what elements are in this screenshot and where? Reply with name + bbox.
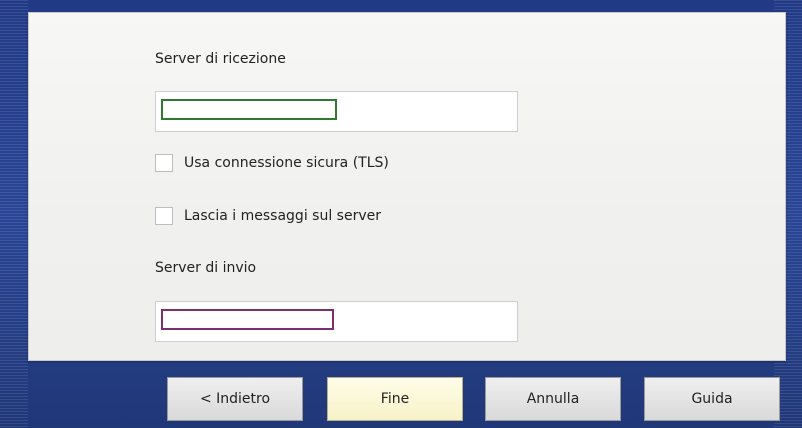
keep-messages-label: Lascia i messaggi sul server: [184, 208, 381, 224]
tls-checkbox[interactable]: [155, 154, 173, 172]
tls-label: Usa connessione sicura (TLS): [184, 155, 389, 171]
incoming-server-field: [155, 91, 518, 132]
help-button[interactable]: Guida: [644, 377, 780, 421]
keep-messages-option[interactable]: Lascia i messaggi sul server: [155, 206, 381, 226]
tls-option[interactable]: Usa connessione sicura (TLS): [155, 153, 389, 173]
outgoing-server-label: Server di invio: [155, 260, 257, 276]
back-button[interactable]: < Indietro: [167, 377, 303, 421]
keep-messages-checkbox[interactable]: [155, 207, 173, 225]
incoming-server-input[interactable]: [161, 99, 337, 120]
finish-button[interactable]: Fine: [327, 377, 463, 421]
outgoing-server-input[interactable]: [161, 309, 334, 330]
cancel-button[interactable]: Annulla: [485, 377, 621, 421]
incoming-server-label: Server di ricezione: [155, 51, 286, 67]
left-edge-texture: [0, 0, 28, 428]
account-settings-panel: Server di ricezione Usa connessione sicu…: [28, 12, 786, 361]
outgoing-server-field: [155, 301, 518, 342]
